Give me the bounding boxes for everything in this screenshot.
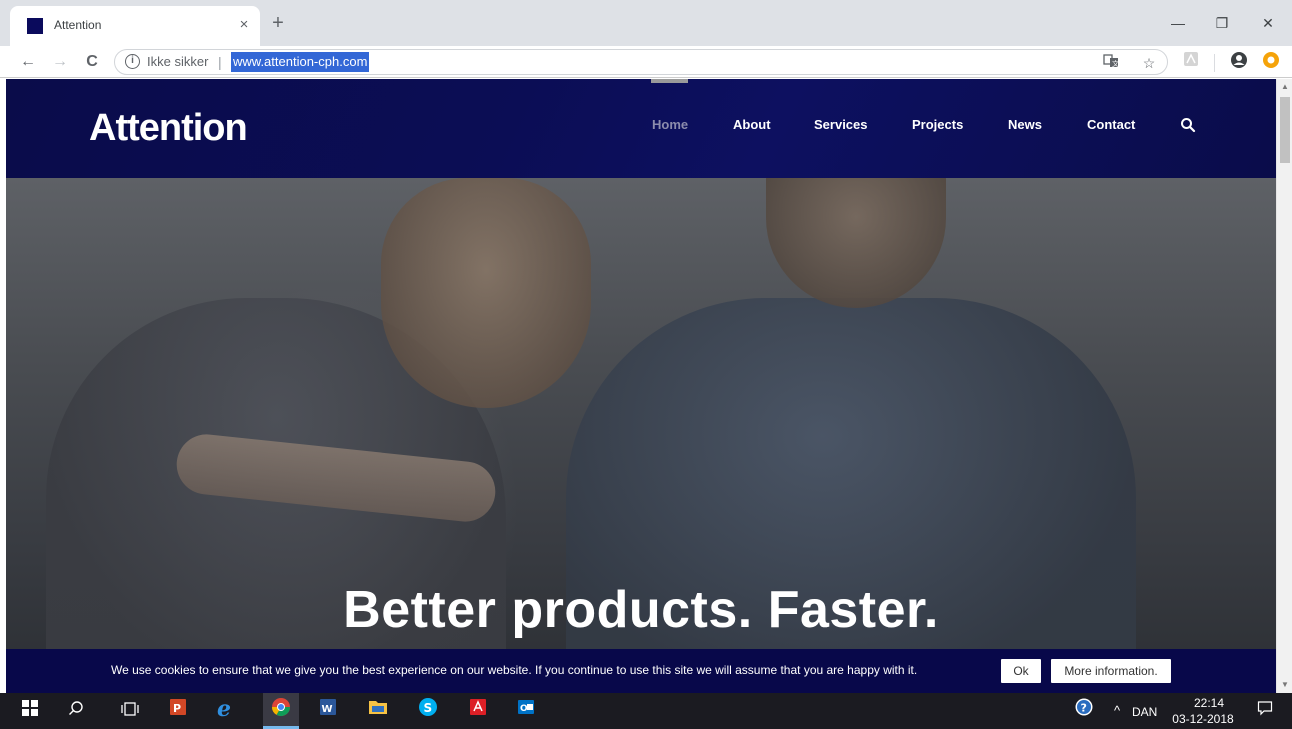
help-tray-icon[interactable]: ? [1070,697,1098,725]
browser-tab[interactable]: Attention × [10,6,260,46]
svg-text:W: W [322,704,333,715]
acrobat-extension-icon[interactable] [1180,51,1202,73]
task-view-icon[interactable] [116,697,144,725]
scroll-down-arrow-icon[interactable]: ▼ [1277,677,1292,693]
clock-time[interactable]: 22:14 [1184,696,1234,710]
maximize-button[interactable]: ❐ [1202,8,1242,38]
chrome-icon[interactable] [267,697,295,725]
input-language[interactable]: DAN [1132,705,1157,719]
nav-contact[interactable]: Contact [1087,117,1135,132]
cookie-ok-button[interactable]: Ok [1001,659,1041,683]
show-hidden-icons-chevron-icon[interactable]: ^ [1103,697,1131,725]
back-button[interactable]: ← [16,50,40,74]
search-icon[interactable] [1180,117,1196,133]
nav-home[interactable]: Home [652,117,688,132]
new-tab-button[interactable]: + [266,12,290,36]
browser-tab-strip: Attention × + — ❐ ✕ [0,0,1292,46]
hero-photo-head-left [381,178,591,408]
extension-icon[interactable] [1260,51,1282,73]
browser-toolbar: ← → C i Ikke sikker | www.attention-cph.… [0,46,1292,78]
cookie-consent-bar: We use cookies to ensure that we give yo… [6,649,1276,693]
nav-about[interactable]: About [733,117,771,132]
page-scrollbar[interactable]: ▲ ▼ [1276,79,1292,693]
nav-active-indicator [651,79,688,83]
clock-date[interactable]: 03-12-2018 [1168,712,1238,726]
cookie-message: We use cookies to ensure that we give yo… [111,663,918,677]
nav-news[interactable]: News [1008,117,1042,132]
powerpoint-icon[interactable]: P [164,697,192,725]
hero-title: Better products. Faster. [343,581,939,639]
file-explorer-icon[interactable] [364,697,392,725]
omnibox-separator: | [218,54,222,70]
word-icon[interactable]: W [314,697,342,725]
svg-text:P: P [173,702,181,715]
site-favicon-icon [27,18,43,34]
profile-icon[interactable] [1228,51,1250,73]
toolbar-divider [1214,54,1215,72]
info-icon[interactable]: i [125,54,140,69]
svg-text:O: O [520,704,528,714]
close-window-button[interactable]: ✕ [1248,8,1288,38]
nav-services[interactable]: Services [814,117,868,132]
site-header: Attention Home About Services Projects N… [6,79,1276,178]
svg-text:?: ? [1081,702,1087,715]
bookmark-star-icon[interactable]: ☆ [1139,53,1159,73]
page-viewport: Better products. Faster. Attention Home … [6,79,1276,693]
skype-icon[interactable]: S [414,697,442,725]
nav-projects[interactable]: Projects [912,117,963,132]
acrobat-icon[interactable] [464,697,492,725]
url-text[interactable]: www.attention-cph.com [231,52,370,72]
hero-section: Better products. Faster. [6,178,1276,693]
security-status[interactable]: Ikke sikker [147,54,208,69]
site-logo[interactable]: Attention [89,107,248,150]
scroll-up-arrow-icon[interactable]: ▲ [1277,79,1292,95]
close-tab-button[interactable]: × [234,15,254,35]
svg-text:S: S [424,701,433,715]
tab-title: Attention [54,18,102,32]
address-bar[interactable]: i Ikke sikker | www.attention-cph.com 文 … [114,49,1168,75]
windows-start-icon[interactable] [16,697,44,725]
windows-taskbar: P e W S O ? ^ DAN 22:14 03-12-2018 [0,693,1292,729]
cookie-more-info-button[interactable]: More information. [1051,659,1171,683]
notifications-icon[interactable] [1251,697,1279,725]
reload-button[interactable]: C [80,50,104,74]
edge-icon[interactable]: e [212,696,240,725]
search-taskbar-icon[interactable] [62,697,90,725]
scrollbar-thumb[interactable] [1280,97,1290,163]
minimize-button[interactable]: — [1158,8,1198,38]
svg-text:e: e [217,697,231,719]
forward-button[interactable]: → [48,50,72,74]
outlook-icon[interactable]: O [512,697,540,725]
translate-icon[interactable]: 文 [1101,53,1121,73]
svg-text:文: 文 [1112,59,1119,68]
hero-photo-head-right [766,178,946,308]
